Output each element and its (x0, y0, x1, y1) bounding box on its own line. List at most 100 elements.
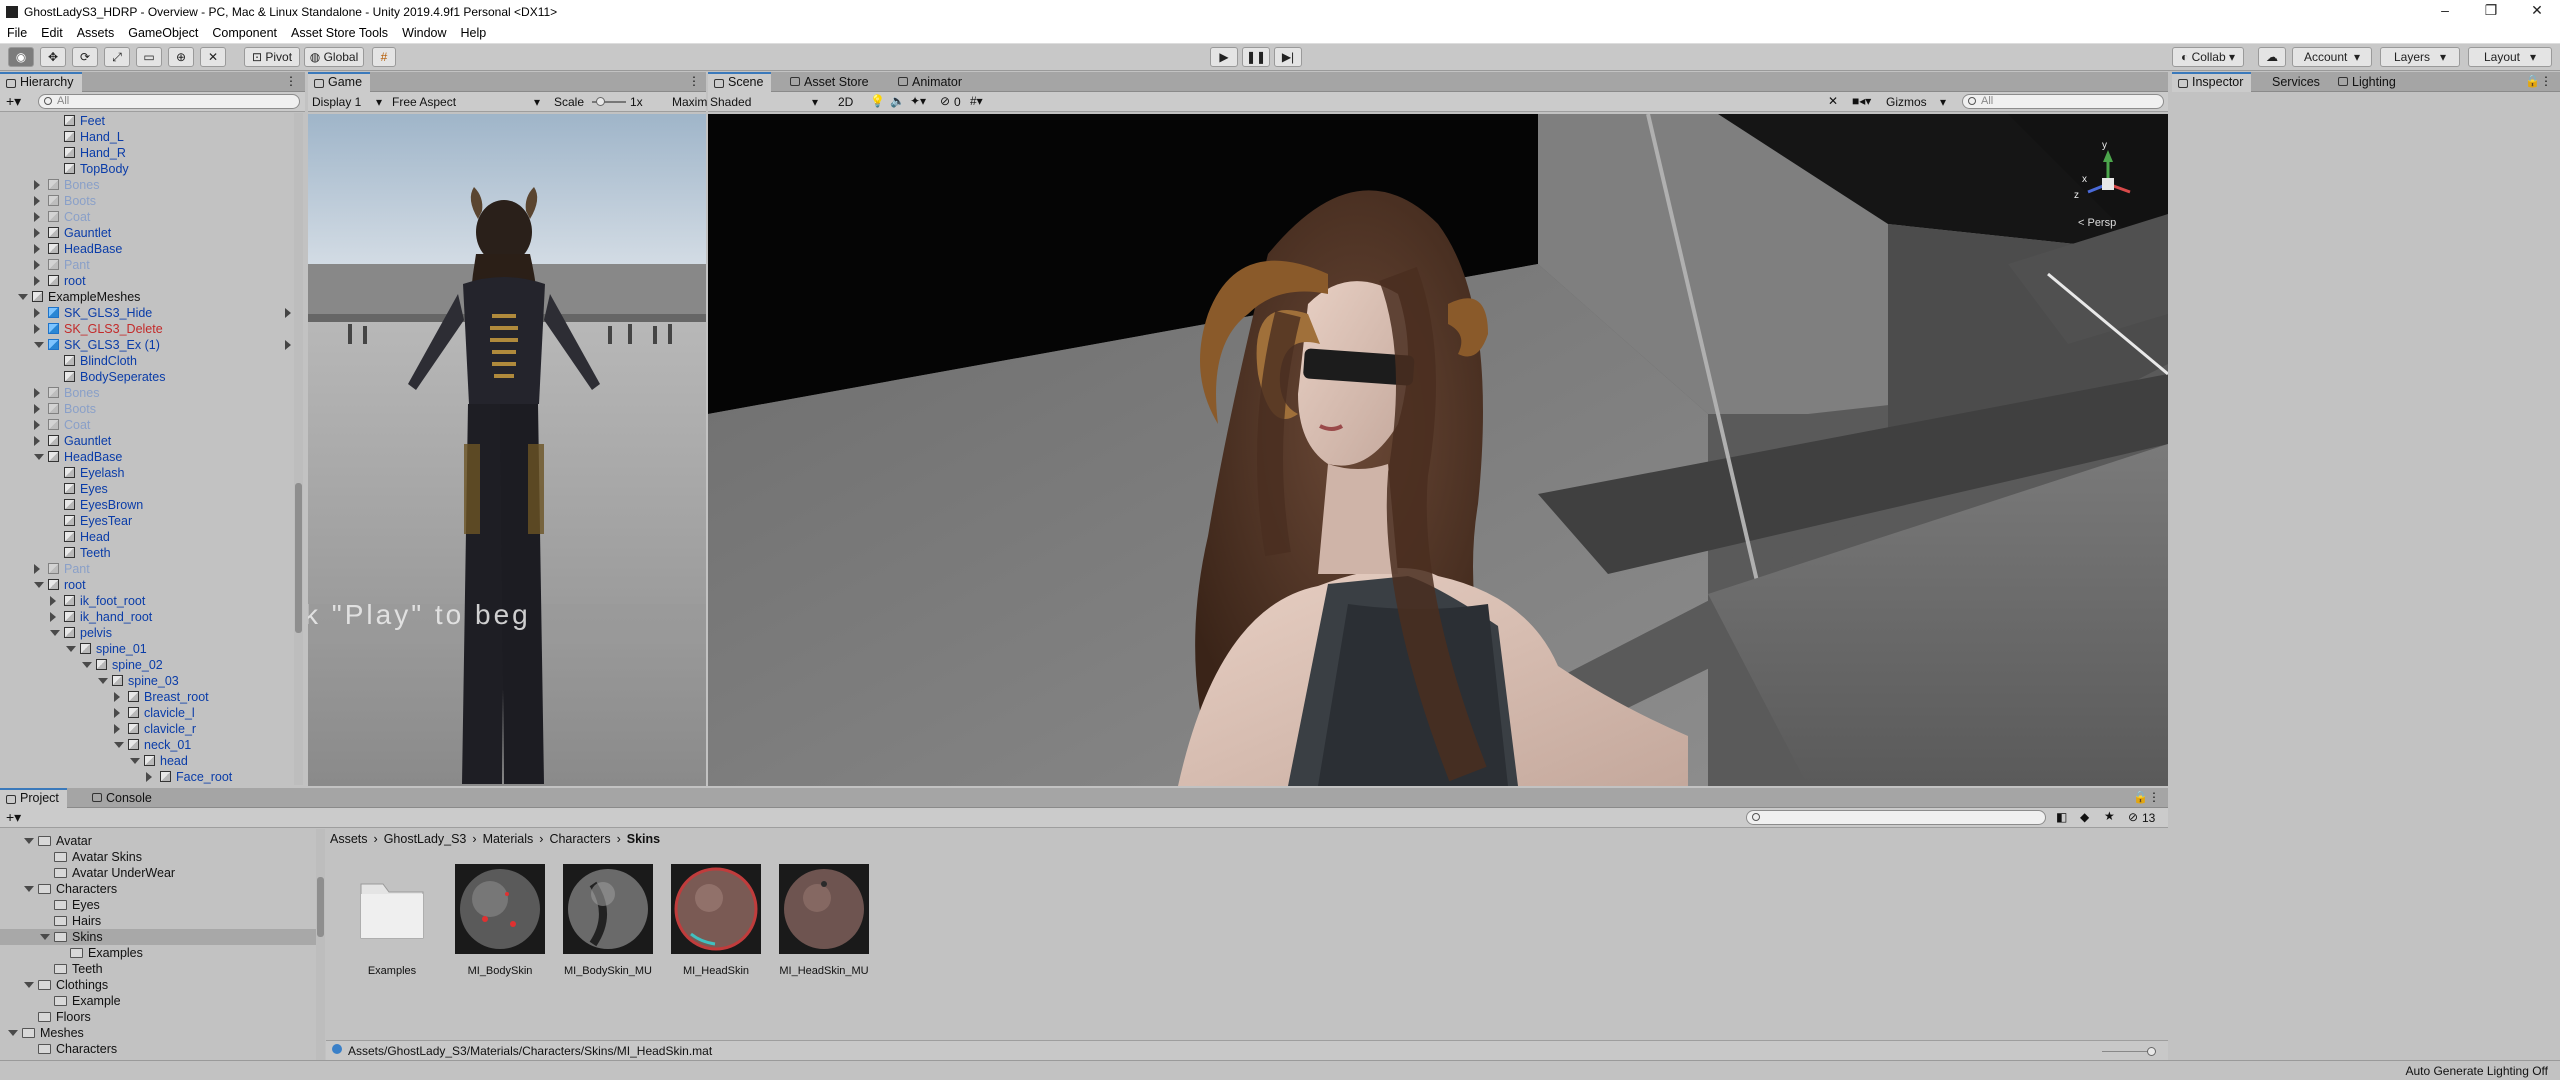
create-plus-icon[interactable]: +▾ (6, 93, 21, 110)
expand-arrow-icon[interactable] (114, 708, 120, 718)
hidden-packages-icon[interactable]: ⊘ (2128, 810, 2138, 824)
hierarchy-item[interactable]: root (0, 577, 295, 593)
favorite-star-icon[interactable]: ★ (2104, 809, 2115, 823)
hierarchy-item[interactable]: neck_01 (0, 737, 295, 753)
hierarchy-item[interactable]: head (0, 753, 295, 769)
move-tool-button[interactable]: ✥ (40, 47, 66, 67)
hierarchy-item[interactable]: ik_foot_root (0, 593, 295, 609)
hierarchy-search-input[interactable]: All (38, 94, 300, 109)
icon-size-slider-handle[interactable] (2147, 1047, 2156, 1056)
expand-arrow-icon[interactable] (114, 692, 120, 702)
aspect-dropdown[interactable]: Free Aspect (392, 95, 456, 109)
hierarchy-item[interactable]: Gauntlet (0, 433, 295, 449)
grid-toggle-icon[interactable]: #▾ (970, 94, 983, 108)
hierarchy-item[interactable]: Boots (0, 193, 295, 209)
hierarchy-item[interactable]: Coat (0, 209, 295, 225)
expand-arrow-icon[interactable] (34, 212, 40, 222)
expand-arrow-icon[interactable] (34, 228, 40, 238)
lighting-toggle-icon[interactable]: 💡 (870, 94, 885, 108)
menu-edit[interactable]: Edit (34, 26, 70, 40)
game-viewport[interactable]: k "Play" to beg (308, 114, 706, 786)
hierarchy-item[interactable]: SK_GLS3_Ex (1) (0, 337, 295, 353)
rect-tool-button[interactable]: ▭ (136, 47, 162, 67)
panel-menu-icon[interactable]: ⋮ (285, 74, 297, 88)
game-menu-icon[interactable]: ⋮ (688, 74, 700, 88)
hierarchy-item[interactable]: Coat (0, 417, 295, 433)
scene-viewport[interactable]: y x z < Persp (708, 114, 2168, 786)
hierarchy-item[interactable]: Pant (0, 561, 295, 577)
expand-arrow-icon[interactable] (34, 324, 40, 334)
hierarchy-scroll-thumb[interactable] (295, 483, 302, 633)
hierarchy-item[interactable]: root (0, 273, 295, 289)
collab-button[interactable]: ◐ Collab ▾ (2172, 47, 2244, 67)
expand-arrow-icon[interactable] (114, 724, 120, 734)
hand-tool-button[interactable]: ◉ (8, 47, 34, 67)
project-tree-scrollbar[interactable] (316, 829, 325, 1060)
expand-arrow-icon[interactable] (34, 436, 40, 446)
breadcrumb-skins[interactable]: Skins (627, 832, 660, 848)
hierarchy-item[interactable]: HeadBase (0, 449, 295, 465)
custom-tool-button[interactable]: ✕ (200, 47, 226, 67)
menu-window[interactable]: Window (395, 26, 453, 40)
pause-button[interactable]: ❚❚ (1242, 47, 1270, 67)
tab-animator[interactable]: Animator (892, 72, 970, 92)
cloud-button[interactable]: ☁ (2258, 47, 2286, 67)
project-search-input[interactable] (1746, 810, 2046, 825)
hierarchy-item[interactable]: Bones (0, 385, 295, 401)
layout-dropdown[interactable]: Layout ▾ (2468, 47, 2552, 67)
asset-mi-headskin[interactable]: MI_HeadSkin (666, 864, 766, 977)
open-prefab-arrow-icon[interactable] (285, 308, 291, 318)
asset-mi-bodyskin-mu[interactable]: MI_BodySkin_MU (558, 864, 658, 977)
account-dropdown[interactable]: Account ▾ (2292, 47, 2372, 67)
scene-search-input[interactable]: All (1962, 94, 2164, 109)
transform-tool-button[interactable]: ⊕ (168, 47, 194, 67)
tab-scene[interactable]: Scene (708, 72, 772, 92)
icon-size-slider[interactable] (2102, 1047, 2156, 1056)
collapse-arrow-icon[interactable] (66, 646, 76, 652)
maximize-on-play-toggle[interactable]: Maxim (672, 95, 707, 109)
expand-arrow-icon[interactable] (50, 596, 56, 606)
hierarchy-item[interactable]: BlindCloth (0, 353, 295, 369)
expand-arrow-icon[interactable] (34, 564, 40, 574)
shading-mode-dropdown[interactable]: Shaded (710, 95, 751, 109)
snap-grid-button[interactable]: # (372, 47, 396, 67)
tab-console[interactable]: Console (86, 788, 160, 808)
hierarchy-item[interactable]: TopBody (0, 161, 295, 177)
collapse-arrow-icon[interactable] (40, 934, 50, 940)
step-button[interactable]: ▶| (1274, 47, 1302, 67)
global-button[interactable]: ◍ Global (304, 47, 364, 67)
toggle-2d-button[interactable]: 2D (838, 95, 853, 109)
layers-dropdown[interactable]: Layers ▾ (2380, 47, 2460, 67)
menu-assets[interactable]: Assets (70, 26, 122, 40)
hierarchy-item[interactable]: Teeth (0, 545, 295, 561)
tab-asset-store[interactable]: Asset Store (784, 72, 877, 92)
menu-gameobject[interactable]: GameObject (121, 26, 205, 40)
menu-file[interactable]: File (0, 26, 34, 40)
tab-hierarchy[interactable]: Hierarchy (0, 72, 82, 92)
close-button[interactable]: ✕ (2514, 0, 2560, 23)
expand-arrow-icon[interactable] (146, 772, 152, 782)
hierarchy-item[interactable]: Hand_L (0, 129, 295, 145)
expand-arrow-icon[interactable] (34, 388, 40, 398)
collapse-arrow-icon[interactable] (98, 678, 108, 684)
expand-arrow-icon[interactable] (34, 308, 40, 318)
project-folder-item[interactable]: Characters (0, 881, 316, 897)
pivot-button[interactable]: ⊡ Pivot (244, 47, 300, 67)
menu-help[interactable]: Help (454, 26, 494, 40)
play-button[interactable]: ▶ (1210, 47, 1238, 67)
breadcrumb-assets[interactable]: Assets (330, 832, 368, 848)
project-folder-item[interactable]: Examples (0, 945, 316, 961)
project-tree-scroll-thumb[interactable] (317, 877, 324, 937)
expand-arrow-icon[interactable] (34, 180, 40, 190)
hierarchy-item[interactable]: Face_root (0, 769, 295, 785)
project-folder-item[interactable]: Characters (0, 1041, 316, 1057)
hierarchy-item[interactable]: clavicle_r (0, 721, 295, 737)
hierarchy-item[interactable]: Eyelash (0, 465, 295, 481)
minimize-button[interactable]: – (2422, 0, 2468, 23)
hierarchy-item[interactable]: spine_01 (0, 641, 295, 657)
menu-asset-store-tools[interactable]: Asset Store Tools (284, 26, 395, 40)
scale-slider-handle[interactable] (596, 97, 605, 106)
collapse-arrow-icon[interactable] (24, 838, 34, 844)
collapse-arrow-icon[interactable] (8, 1030, 18, 1036)
tab-services[interactable]: Services (2262, 72, 2328, 92)
